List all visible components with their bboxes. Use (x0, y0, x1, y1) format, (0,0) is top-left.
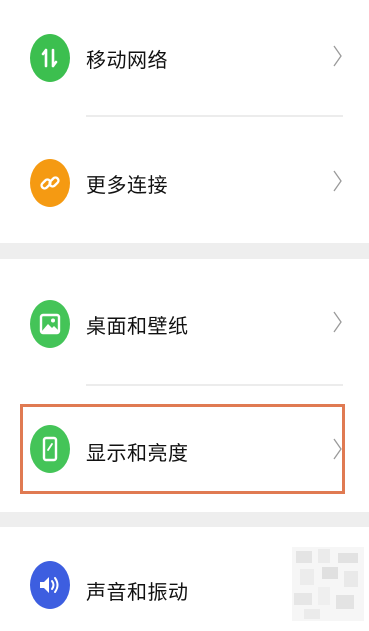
link-icon (30, 159, 70, 207)
settings-item-more-connections[interactable]: 更多连接 (0, 135, 369, 225)
settings-item-label: 显示和亮度 (86, 441, 189, 465)
chevron-right-icon (333, 45, 342, 67)
divider (86, 115, 343, 117)
settings-item-display-brightness[interactable]: 显示和亮度 (0, 404, 369, 494)
chevron-right-icon (333, 170, 342, 192)
settings-item-desktop-wallpaper[interactable]: 桌面和壁纸 (0, 276, 369, 366)
settings-item-sound-vibration[interactable]: 声音和振动 (0, 540, 369, 630)
settings-item-label: 更多连接 (86, 173, 168, 197)
chevron-right-icon (333, 311, 342, 333)
mobile-data-icon (30, 34, 70, 82)
settings-item-mobile-network[interactable]: 移动网络 (0, 10, 369, 100)
speaker-icon (30, 561, 70, 609)
divider (86, 384, 343, 386)
settings-item-label: 声音和振动 (86, 580, 189, 604)
chevron-right-icon (333, 438, 342, 460)
display-phone-icon (30, 425, 70, 473)
wallpaper-icon (30, 300, 70, 348)
settings-item-label: 移动网络 (86, 48, 168, 72)
section-separator (0, 243, 369, 259)
section-separator (0, 512, 369, 527)
settings-item-label: 桌面和壁纸 (86, 314, 189, 338)
settings-screen: 移动网络 更多连接 桌面和壁纸 显示和亮度 声音和振动 (0, 0, 369, 631)
